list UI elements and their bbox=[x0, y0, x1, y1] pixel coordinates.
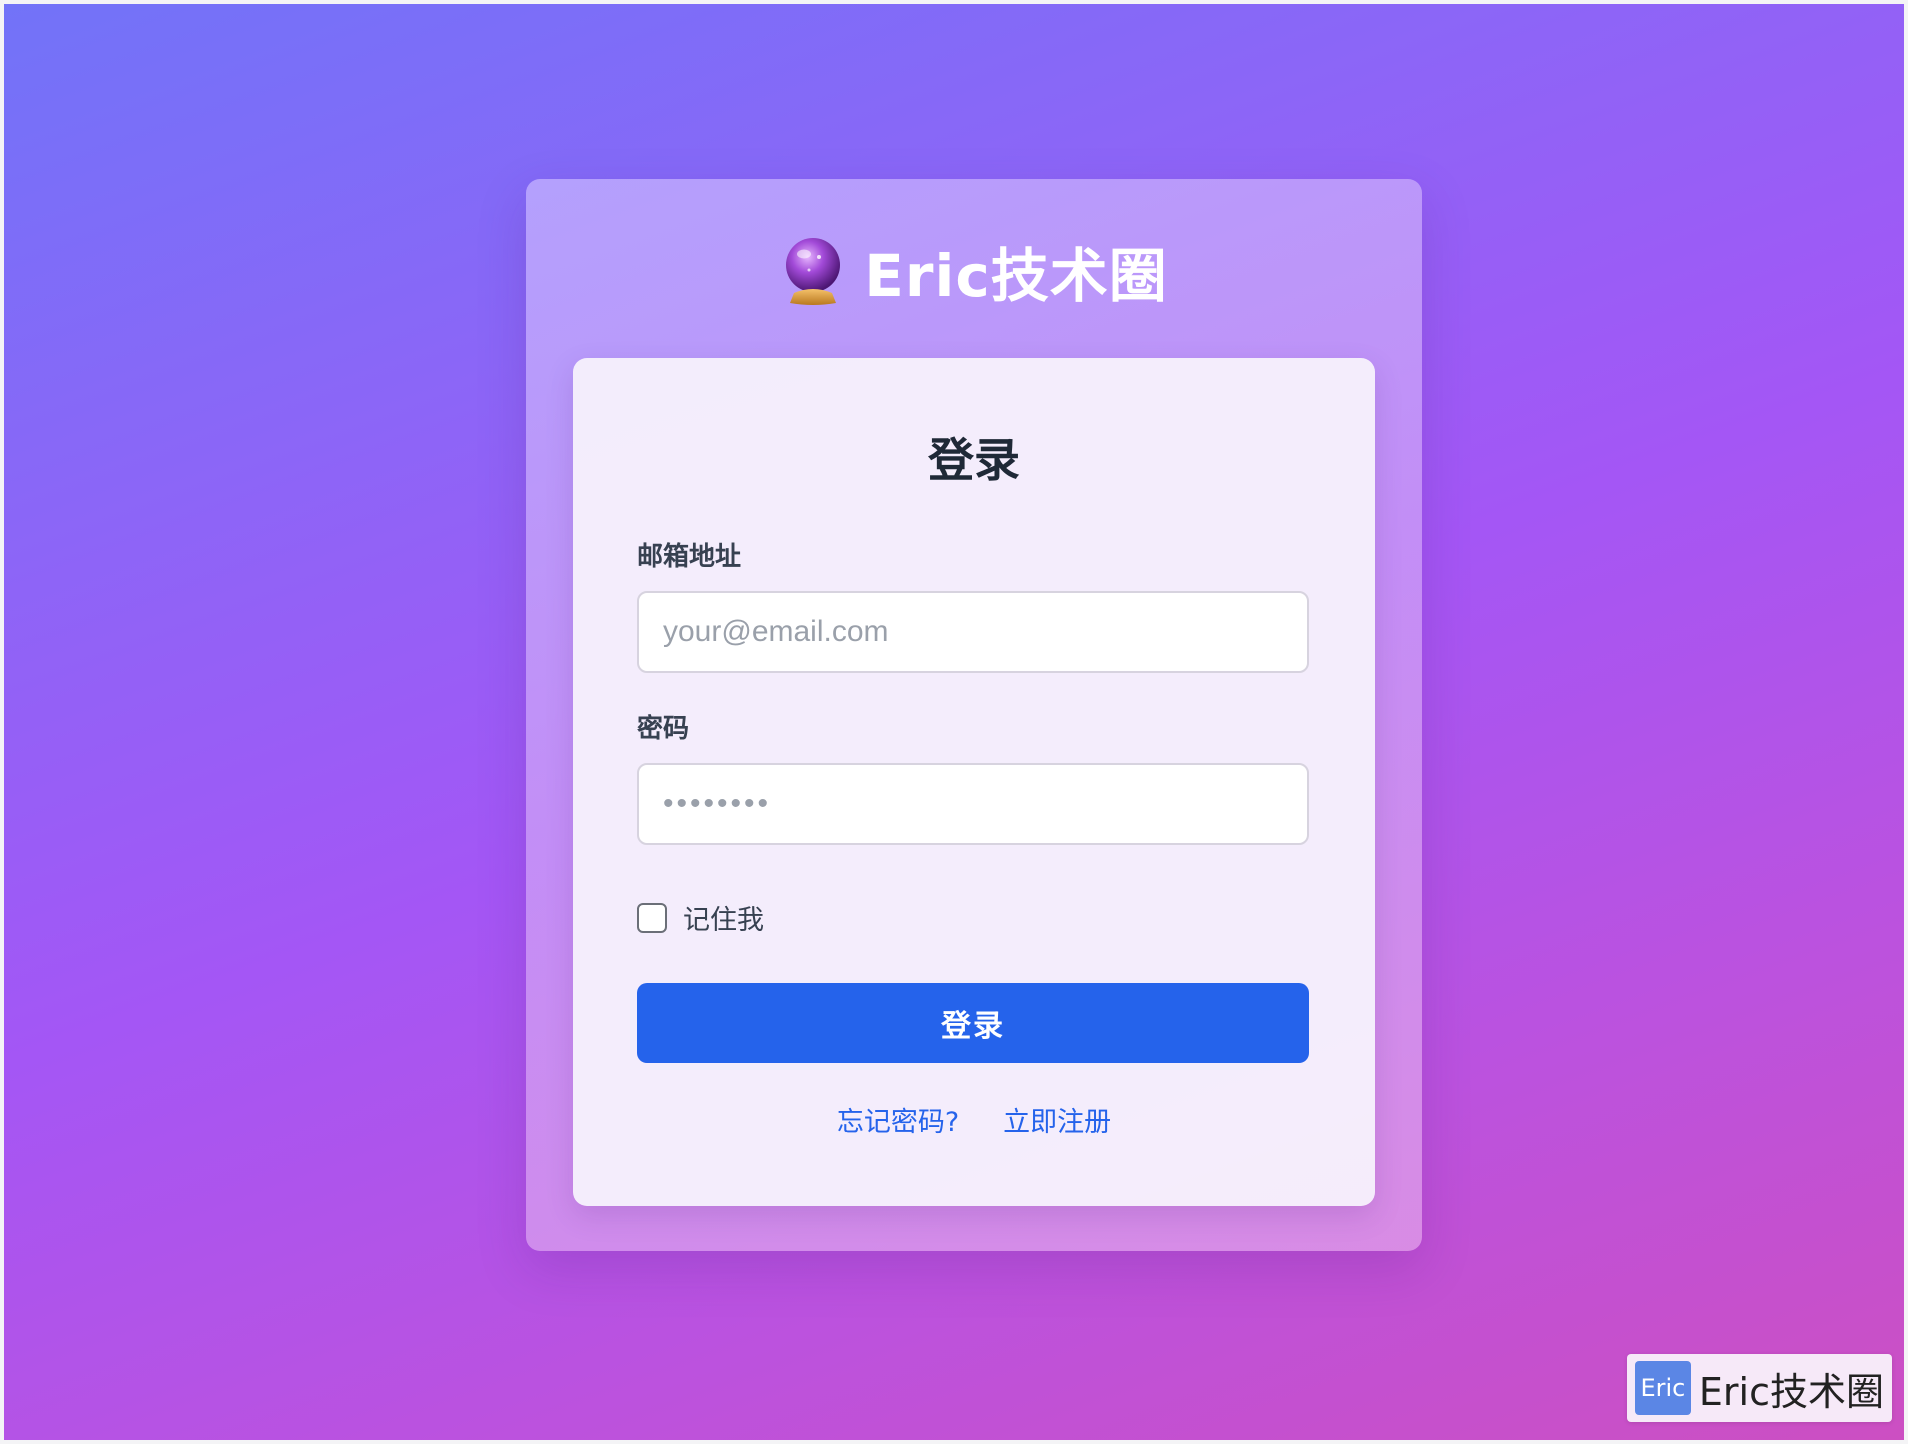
brand-title: Eric技术圈 bbox=[864, 242, 1168, 310]
email-input[interactable] bbox=[637, 591, 1309, 673]
email-label: 邮箱地址 bbox=[637, 542, 742, 572]
password-input[interactable] bbox=[637, 763, 1309, 845]
crystal-ball-icon bbox=[780, 235, 846, 307]
watermark: Eric Eric技术圈 bbox=[1626, 1354, 1892, 1422]
forgot-password-link[interactable]: 忘记密码? bbox=[837, 1100, 959, 1139]
remember-me-checkbox[interactable] bbox=[637, 902, 667, 933]
form-heading: 登录 bbox=[928, 433, 1020, 487]
password-label: 密码 bbox=[637, 714, 690, 744]
remember-me[interactable]: 记住我 bbox=[637, 898, 764, 937]
register-link[interactable]: 立即注册 bbox=[1003, 1100, 1111, 1139]
auth-links: 忘记密码? 立即注册 bbox=[573, 1100, 1375, 1139]
watermark-logo: Eric bbox=[1634, 1361, 1691, 1415]
remember-me-label: 记住我 bbox=[683, 905, 764, 936]
login-form-card: 登录 邮箱地址 密码 记住我 登录 忘记密码? 立即注册 bbox=[573, 358, 1375, 1206]
watermark-text: Eric技术圈 bbox=[1698, 1369, 1884, 1414]
page-background: Eric技术圈 登录 邮箱地址 密码 记住我 登录 忘记密码? 立即注册 Eri… bbox=[4, 4, 1904, 1440]
login-panel: Eric技术圈 登录 邮箱地址 密码 记住我 登录 忘记密码? 立即注册 bbox=[526, 179, 1422, 1251]
brand-header: Eric技术圈 bbox=[526, 231, 1422, 311]
login-button[interactable]: 登录 bbox=[637, 983, 1309, 1063]
